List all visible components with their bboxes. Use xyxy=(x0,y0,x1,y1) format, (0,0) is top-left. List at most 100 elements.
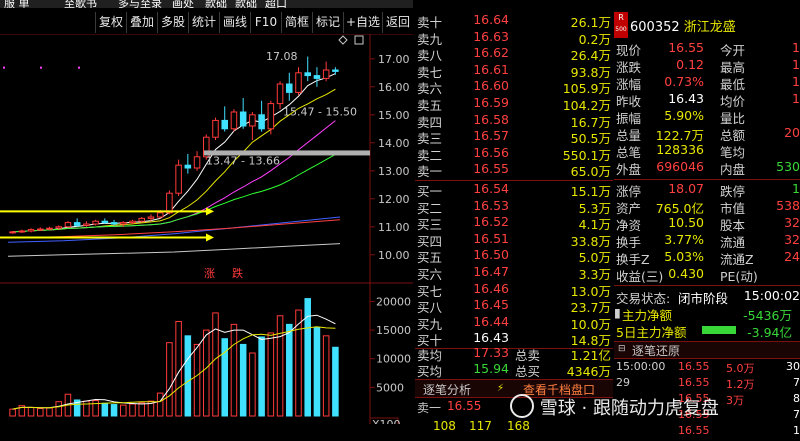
bid-level-row[interactable]: 买四 16.51 33.8万 xyxy=(415,230,613,249)
ask-level-row[interactable]: 卖五 16.59 104.2万 xyxy=(415,95,613,113)
volume-bar xyxy=(239,343,247,417)
level-price: 16.51 xyxy=(473,230,509,246)
price-tick-label: 10.00 xyxy=(378,249,410,262)
lightning-icon: ⚡ xyxy=(497,383,505,394)
top-menu-item[interactable]: 至歌书 xyxy=(64,0,97,8)
volume-bar xyxy=(9,408,16,417)
level-price: 16.64 xyxy=(473,12,509,27)
quote-value-2: 538 xyxy=(776,198,800,213)
draw-line-button[interactable]: 画线 xyxy=(219,12,250,33)
add-watchlist-button[interactable]: +自选 xyxy=(343,12,382,33)
candle xyxy=(295,72,302,93)
quote-label: 外盘 xyxy=(616,162,642,177)
ask-level-row[interactable]: 卖四 16.58 16.7万 xyxy=(415,112,613,130)
ma250-line xyxy=(7,243,341,257)
quote-row-2: 净资 10.50 股本 32 xyxy=(614,215,800,233)
quote-row-2: 资产 765.0亿 市值 538 xyxy=(614,198,800,216)
ask-level-row[interactable]: 卖九 16.63 0.2万 xyxy=(415,29,613,47)
price-tick-label: 11.00 xyxy=(378,221,410,234)
quote-value-2: 1 xyxy=(792,74,800,89)
top-menu-item[interactable]: 服 单 xyxy=(4,0,30,8)
quote-row: 总量 122.7万 总额 20 xyxy=(614,125,800,143)
volume-bar xyxy=(276,315,284,417)
ask-level-row[interactable]: 卖六 16.60 105.9万 xyxy=(415,78,613,96)
bid-level-row[interactable]: 买五 16.50 5.0万 xyxy=(415,247,613,265)
bid-level-row[interactable]: 买三 16.52 4.1万 xyxy=(415,214,613,232)
ask-level-row[interactable]: 卖二 16.56 550.1万 xyxy=(415,144,613,163)
volume-unit-label: X100 xyxy=(372,418,401,424)
level-price: 16.59 xyxy=(473,95,509,110)
tick-row: 16.55 1 xyxy=(614,424,800,441)
volume-bar xyxy=(129,403,136,417)
tab-tick-analysis[interactable]: 逐笔分析 xyxy=(423,381,471,398)
volume-bar xyxy=(166,342,173,417)
quote-value-2: 32 xyxy=(784,215,800,230)
bid-level-row[interactable]: 买九 16.44 10.0万 xyxy=(415,314,613,332)
avg-bid-row: 买均 15.94 总买 4346万 xyxy=(415,361,613,379)
quote-row-2: 涨停 18.07 跌停 1 xyxy=(614,181,800,199)
tick-time: 15:00:00 xyxy=(616,360,666,373)
price-tick-label: 14.00 xyxy=(378,137,410,150)
top-menu-item[interactable]: 款础 xyxy=(235,0,257,8)
volume-bar xyxy=(46,407,53,417)
tab-tick-restore[interactable]: 逐笔还原 xyxy=(632,342,680,359)
level-price: 16.56 xyxy=(473,144,509,160)
candle xyxy=(258,114,265,130)
top-menu-item[interactable]: 多与至录 xyxy=(118,0,162,8)
stock-name: 浙江龙盛 xyxy=(683,20,736,35)
candle xyxy=(322,69,330,79)
f10-button[interactable]: F10 xyxy=(250,12,281,33)
volume-bar xyxy=(249,352,256,417)
stock-code-name: 600352 浙江龙盛 xyxy=(630,16,736,35)
candle xyxy=(101,220,109,224)
multi-stock-button[interactable]: 多股 xyxy=(157,12,188,33)
total-volume: 4346万 xyxy=(566,364,611,379)
overlay-button[interactable]: 叠加 xyxy=(126,12,157,33)
tick-price: 16.55 xyxy=(678,424,710,437)
mark-button[interactable]: 标记 xyxy=(312,12,343,33)
kline-chart[interactable]: 17.00 16.00 15.00 14.00 13.00 12.00 11.00 10.00… xyxy=(0,34,413,424)
top-menu-item[interactable]: 画处 xyxy=(172,0,194,8)
bid-level-row[interactable]: 买二 16.53 5.3万 xyxy=(415,197,613,216)
simple-frame-button[interactable]: 简框 xyxy=(281,12,312,33)
quote-value-2: 1 xyxy=(792,40,800,55)
bid-level-row[interactable]: 买八 16.45 23.7万 xyxy=(415,297,613,315)
stock-code: 600352 xyxy=(630,20,680,35)
avg-label: 买均 xyxy=(417,364,443,379)
quote-value: 128336 xyxy=(656,142,704,157)
volume-tick-label: 10000 xyxy=(376,353,411,366)
ask-level-row[interactable]: 卖八 16.62 26.4万 xyxy=(415,45,613,63)
level-price: 16.55 xyxy=(473,161,509,177)
ask-level-row[interactable]: 卖三 16.57 50.5万 xyxy=(415,128,613,146)
bid-level-row[interactable]: 买六 16.47 3.3万 xyxy=(415,264,613,282)
top-menu-strip: 服 单 至歌书 多与至录 画处 款础 款础 超口 xyxy=(0,0,413,8)
quote-value: 0.430 xyxy=(668,266,704,281)
restore-rights-button[interactable]: 复权 xyxy=(95,12,126,33)
quote-row: 昨收 16.43 均价 1 xyxy=(614,91,800,109)
volume-tick-label: 15000 xyxy=(376,324,411,337)
volume-bar xyxy=(258,336,265,417)
candle xyxy=(156,212,164,218)
quote-row: 涨幅 0.73% 最低 1 xyxy=(614,74,800,92)
candle xyxy=(129,220,136,224)
collapse-icon[interactable]: ⊟ xyxy=(618,344,626,354)
quote-label-2: 内盘 xyxy=(720,162,746,177)
ask-level-row[interactable]: 卖一 16.55 65.0万 xyxy=(415,161,613,179)
back-button[interactable]: 返回 xyxy=(382,12,413,33)
level-price: 16.53 xyxy=(473,197,509,213)
ask-level-row[interactable]: 卖七 16.61 93.8万 xyxy=(415,62,613,80)
ask-level-row[interactable]: 卖十 16.64 26.1万 xyxy=(415,12,613,30)
statistics-button[interactable]: 统计 xyxy=(188,12,219,33)
candle xyxy=(37,228,44,231)
window-square-icon[interactable] xyxy=(354,35,364,45)
expand-diamond-icon[interactable] xyxy=(338,35,348,45)
bid-level-row[interactable]: 买七 16.46 13.0万 xyxy=(415,281,613,299)
bid-level-row[interactable]: 买一 16.54 15.1万 xyxy=(415,181,613,199)
top-menu-item[interactable]: 款础 xyxy=(205,0,227,8)
candle xyxy=(18,230,26,233)
main5-value: -3.94亿 xyxy=(747,325,792,340)
top-menu-item[interactable]: 超口 xyxy=(265,0,287,8)
quote-value-2: 530 xyxy=(776,159,800,174)
quote-value: 696046 xyxy=(656,159,704,174)
level-price: 16.50 xyxy=(473,247,509,263)
